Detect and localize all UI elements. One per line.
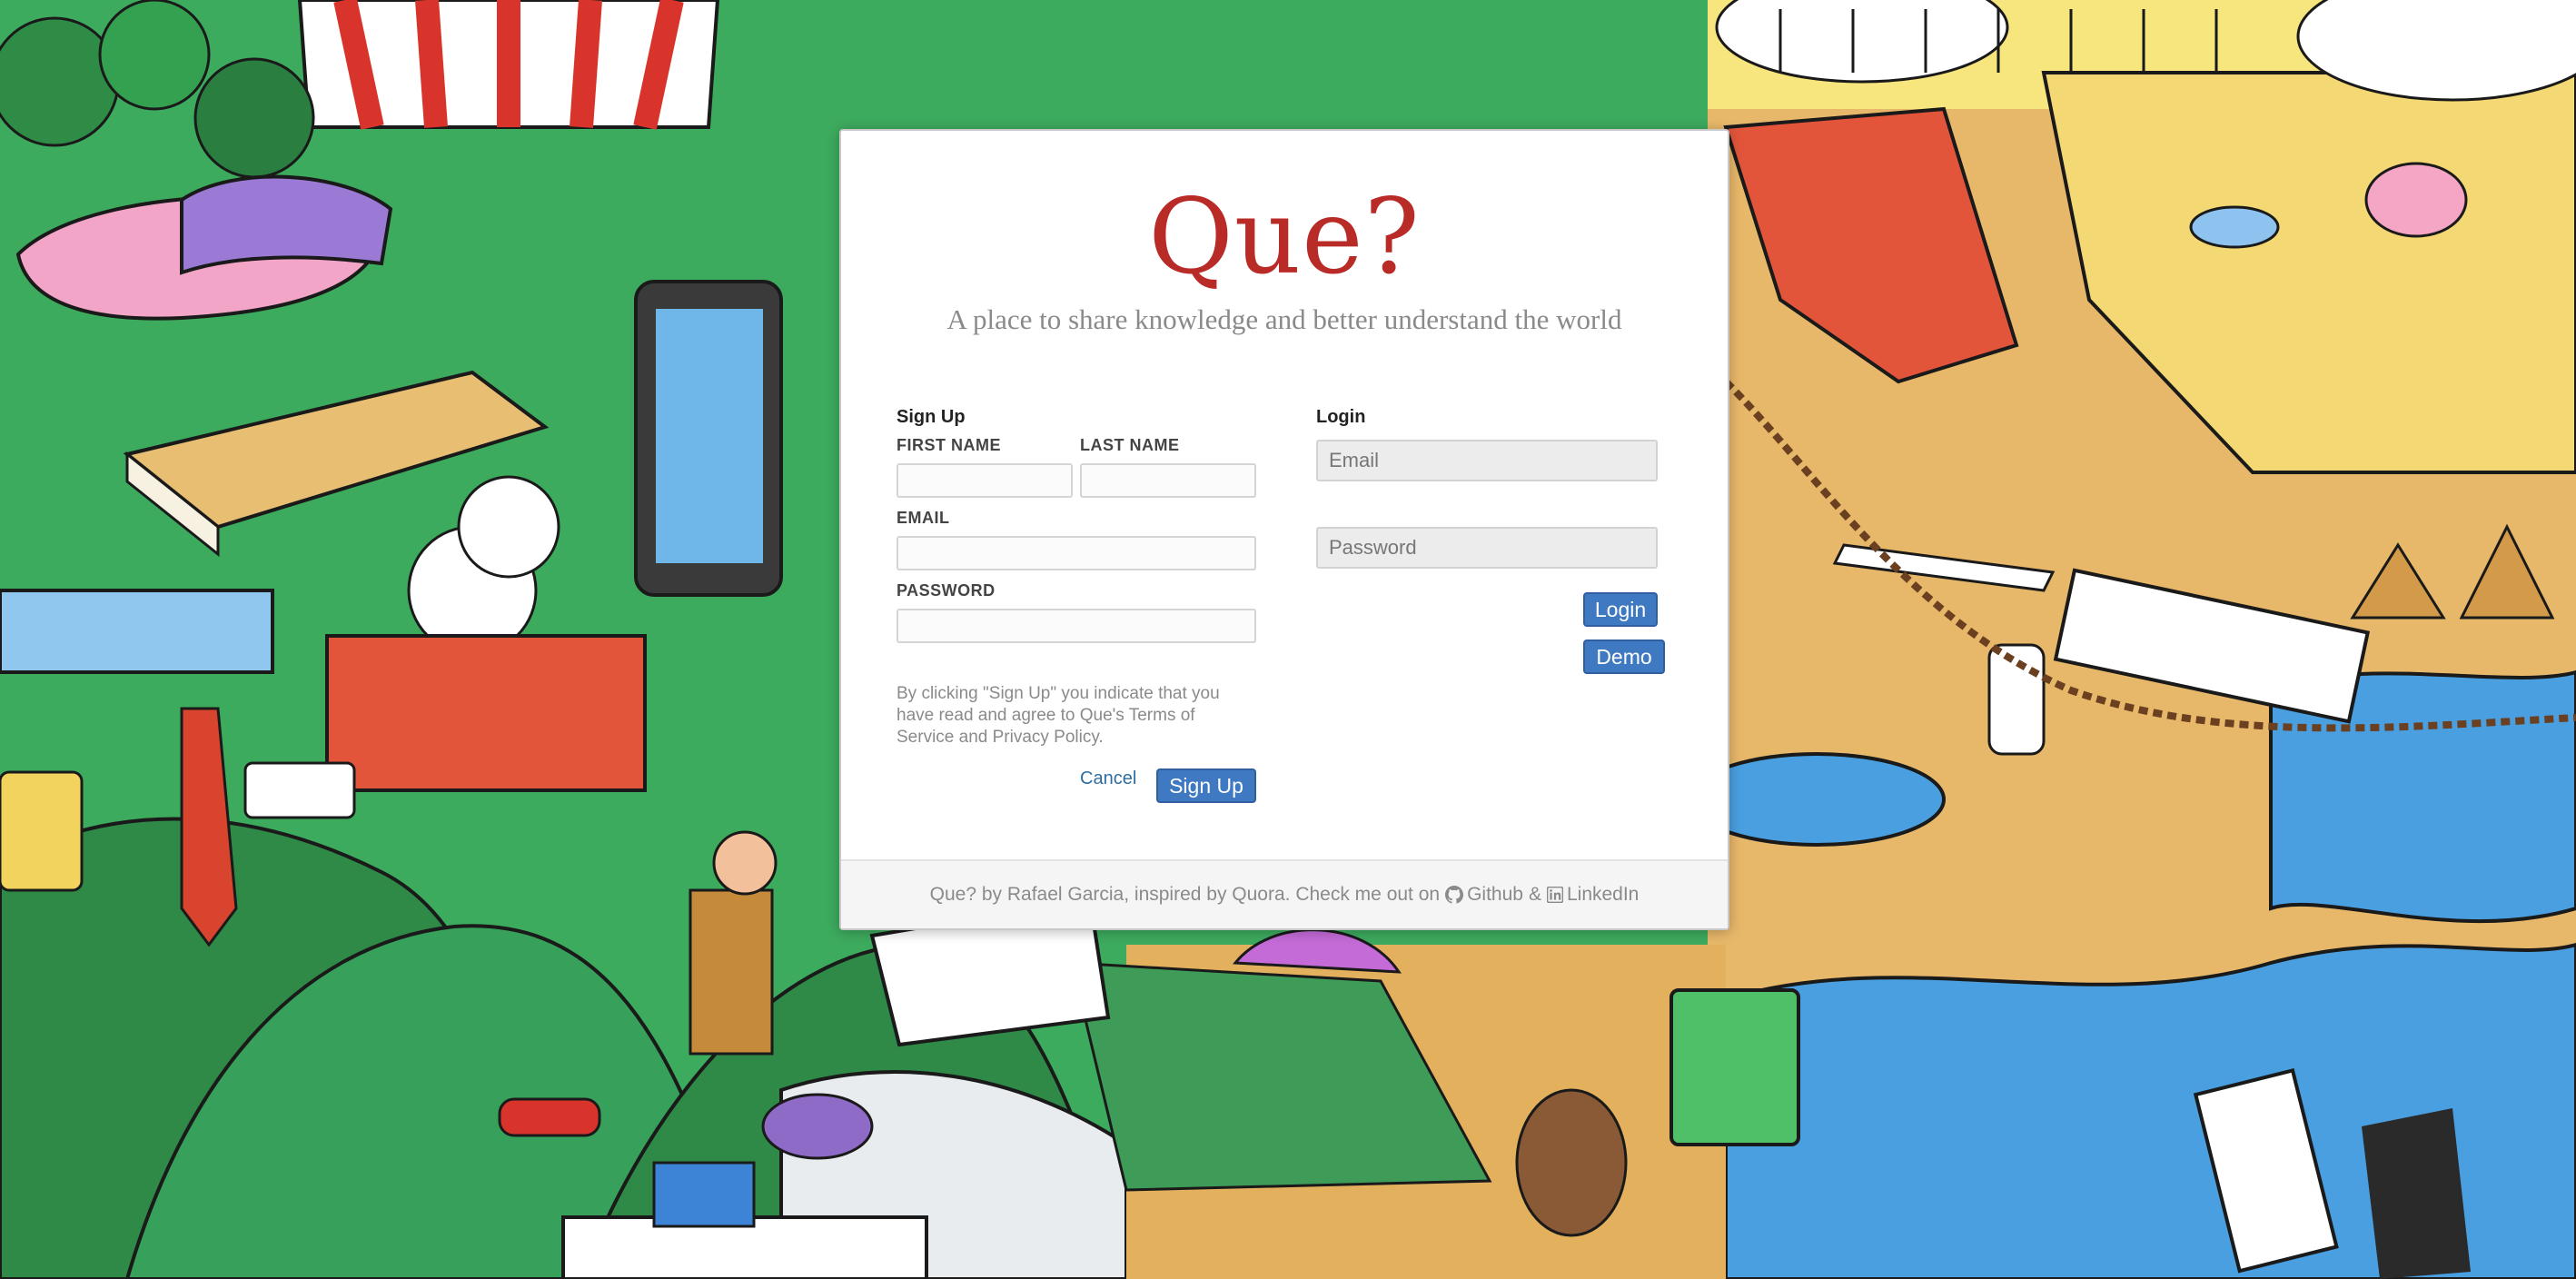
terms-text: By clicking "Sign Up" you indicate that … <box>897 684 1220 747</box>
last-name-label: LAST NAME <box>1080 436 1180 454</box>
app-logo: Que? <box>1148 176 1421 297</box>
signup-password-input[interactable] <box>897 609 1256 643</box>
login-password-input[interactable] <box>1316 527 1658 569</box>
linkedin-label: LinkedIn <box>1566 884 1640 905</box>
github-label: Github <box>1467 884 1523 905</box>
linkedin-link[interactable]: LinkedIn <box>1546 884 1640 906</box>
password-label: PASSWORD <box>897 581 996 600</box>
demo-button[interactable]: Demo <box>1583 640 1665 674</box>
github-icon <box>1445 886 1464 904</box>
modal-footer: Que? by Rafael Garcia, inspired by Quora… <box>841 859 1728 928</box>
login-button[interactable]: Login <box>1583 592 1658 627</box>
footer-separator: & <box>1528 884 1541 905</box>
login-email-input[interactable] <box>1316 440 1658 481</box>
first-name-input[interactable] <box>897 463 1073 498</box>
linkedin-icon <box>1546 887 1563 903</box>
tagline: A place to share knowledge and better un… <box>946 303 1622 335</box>
cancel-link[interactable]: Cancel <box>1080 768 1136 789</box>
last-name-input[interactable] <box>1080 463 1256 498</box>
email-label: EMAIL <box>897 509 950 527</box>
footer-text: Que? by Rafael Garcia, inspired by Quora… <box>929 884 1441 905</box>
signup-button[interactable]: Sign Up <box>1156 768 1256 803</box>
github-link[interactable]: Github <box>1445 884 1523 906</box>
signup-email-input[interactable] <box>897 536 1256 570</box>
signup-title: Sign Up <box>897 407 966 427</box>
first-name-label: FIRST NAME <box>897 436 1001 454</box>
auth-modal: Que? A place to share knowledge and bett… <box>839 129 1729 930</box>
login-title: Login <box>1316 407 1366 427</box>
